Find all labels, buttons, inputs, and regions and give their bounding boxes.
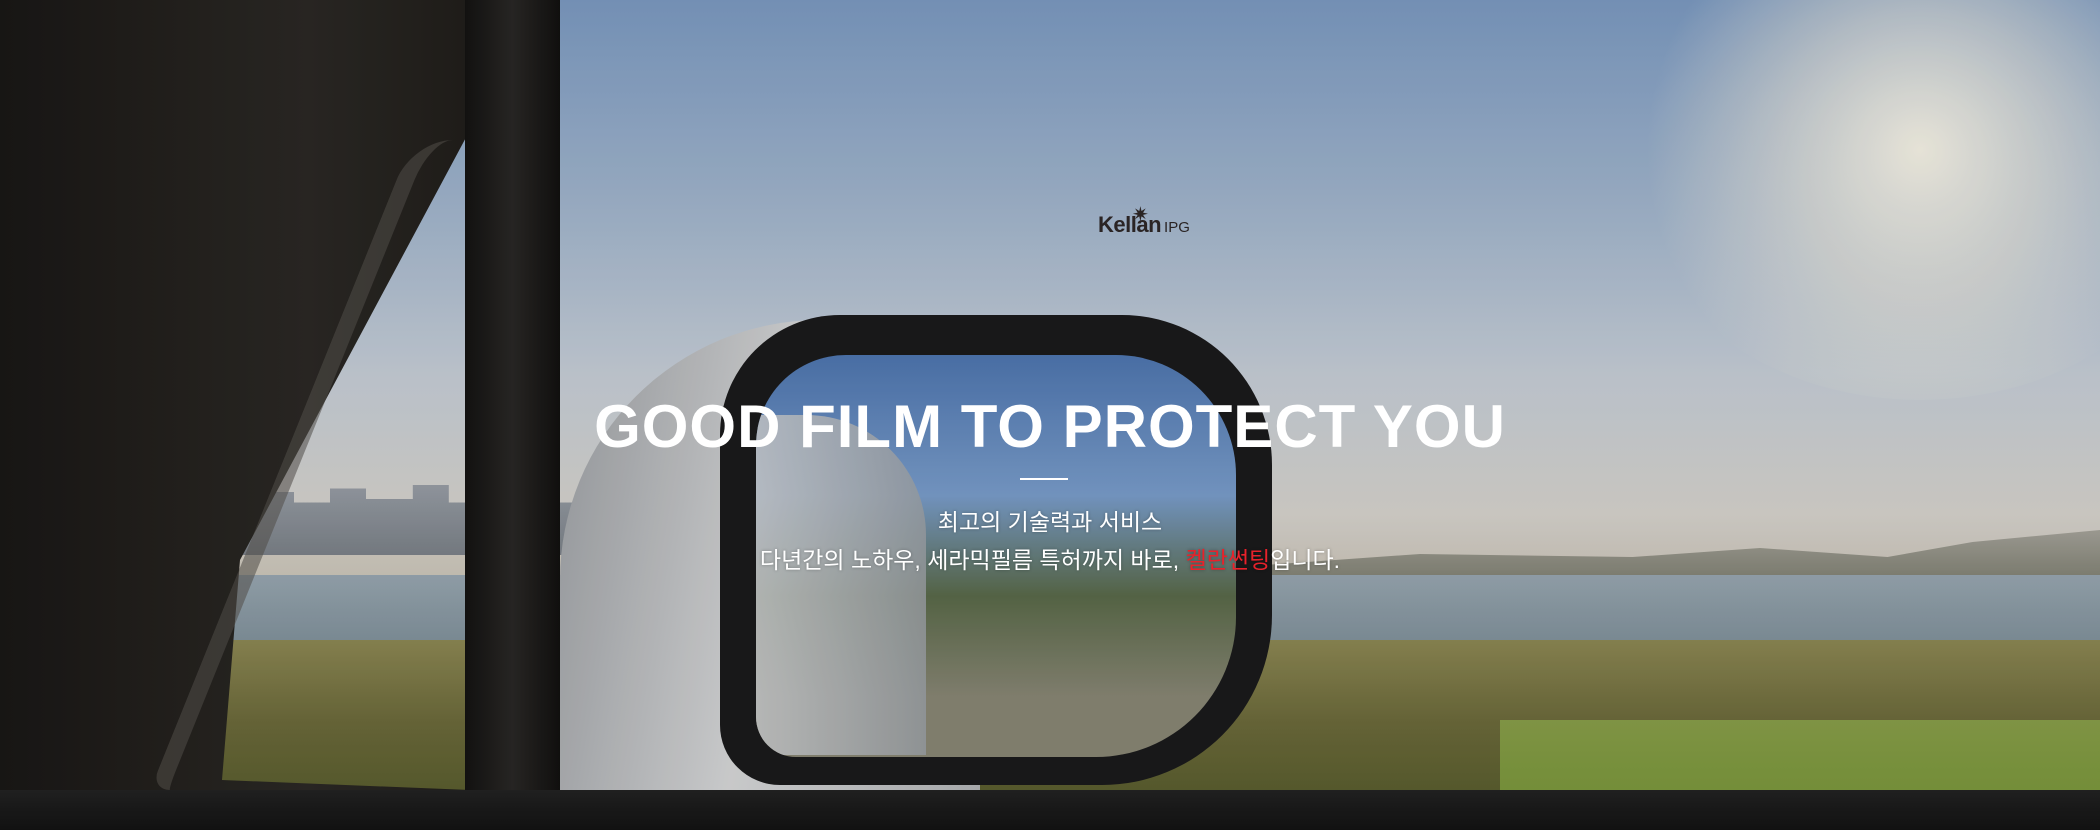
subtitle-text: 다년간의 노하우, 세라믹필름 특허까지 바로, [759, 547, 1186, 573]
hero-subtitle-line2: 다년간의 노하우, 세라믹필름 특허까지 바로, 켈란썬팅입니다. [0, 541, 2100, 575]
logo-suffix: IPG [1164, 219, 1190, 236]
brand-highlight: 켈란썬팅 [1185, 547, 1271, 573]
hero-banner: ✷ Kellan IPG GOOD FILM TO PROTECT YOU 최고… [0, 0, 2100, 830]
hero-subtitle-line1: 최고의 기술력과 서비스 [937, 509, 1163, 535]
logo-name: Kellan [1098, 212, 1162, 237]
kellan-logo[interactable]: ✷ Kellan IPG [1098, 204, 1190, 238]
title-divider [1020, 478, 1068, 480]
sunburst-icon: ✷ [1132, 204, 1149, 226]
hero-title: GOOD FILM TO PROTECT YOU [594, 393, 1506, 460]
subtitle-text-end: 입니다. [1270, 547, 1341, 573]
